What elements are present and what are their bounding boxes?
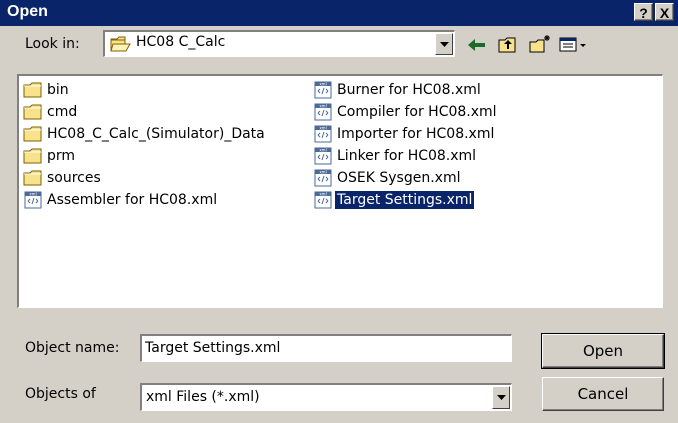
folder-icon [23, 104, 42, 120]
file-name: Linker for HC08.xml [337, 148, 477, 164]
folder-open-icon [110, 36, 131, 52]
look-in-dropdown-button[interactable] [435, 33, 453, 55]
xml-file-icon: xml [24, 191, 42, 209]
file-name: OSEK Sysgen.xml [337, 170, 461, 186]
svg-text:xml: xml [319, 82, 326, 87]
file-list-item[interactable]: HC08_C_Calc_(Simulator)_Data [23, 124, 267, 144]
svg-text:xml: xml [29, 192, 36, 197]
file-name: Target Settings.xml [335, 191, 475, 209]
folder-icon [23, 126, 42, 142]
file-name: Importer for HC08.xml [337, 126, 495, 142]
folder-icon [23, 148, 42, 164]
title-bar: Open ? X [0, 0, 678, 26]
new-folder-icon [529, 35, 550, 53]
xml-file-icon: xml [314, 147, 332, 165]
view-menu-button[interactable] [558, 34, 590, 56]
up-folder-icon [498, 37, 516, 53]
chevron-down-icon [497, 395, 506, 400]
file-list-item[interactable]: xml Importer for HC08.xml [313, 124, 496, 144]
back-button[interactable] [465, 34, 489, 56]
svg-text:xml: xml [319, 192, 326, 197]
file-list-item[interactable]: xml Compiler for HC08.xml [313, 102, 499, 122]
file-list-item[interactable]: cmd [23, 102, 79, 122]
file-name: HC08_C_Calc_(Simulator)_Data [47, 126, 265, 142]
object-name-input[interactable]: Target Settings.xml [140, 334, 512, 362]
objects-of-value: xml Files (*.xml) [146, 389, 260, 405]
object-name-label: Object name: [25, 340, 120, 356]
file-list-item[interactable]: xml Linker for HC08.xml [313, 146, 478, 166]
file-list-item[interactable]: xml Target Settings.xml [313, 190, 475, 210]
file-name: Burner for HC08.xml [337, 82, 481, 98]
back-arrow-icon [468, 39, 485, 51]
xml-file-icon: xml [314, 169, 332, 187]
file-list-item[interactable]: prm [23, 146, 77, 166]
folder-icon [23, 170, 42, 186]
open-button[interactable]: Open [541, 333, 665, 369]
chevron-down-icon [440, 42, 449, 47]
objects-of-combo[interactable]: xml Files (*.xml) [140, 383, 512, 411]
xml-file-icon: xml [314, 81, 332, 99]
file-list-item[interactable]: xml Burner for HC08.xml [313, 80, 483, 100]
objects-of-dropdown-button[interactable] [492, 386, 510, 409]
svg-text:xml: xml [319, 104, 326, 109]
up-one-level-button[interactable] [497, 34, 521, 56]
file-name: Compiler for HC08.xml [337, 104, 497, 120]
xml-file-icon: xml [314, 103, 332, 121]
svg-text:xml: xml [319, 170, 326, 175]
look-in-combo[interactable]: HC08 C_Calc [103, 30, 455, 57]
file-list-item[interactable]: xml Assembler for HC08.xml [23, 190, 219, 210]
help-button[interactable]: ? [634, 3, 653, 21]
view-menu-icon [559, 37, 586, 52]
file-name: prm [47, 148, 76, 164]
close-button[interactable]: X [655, 3, 674, 21]
file-list-item[interactable]: xml OSEK Sysgen.xml [313, 168, 462, 188]
svg-text:xml: xml [319, 126, 326, 131]
objects-of-label: Objects of [25, 386, 96, 402]
folder-icon [23, 82, 42, 98]
file-name: sources [47, 170, 101, 186]
file-list-item[interactable]: sources [23, 168, 103, 188]
dialog-title: Open [7, 3, 48, 20]
look-in-value: HC08 C_Calc [136, 34, 226, 50]
new-folder-button[interactable] [528, 34, 552, 56]
xml-file-icon: xml [314, 191, 332, 209]
file-name: bin [47, 82, 69, 98]
cancel-button[interactable]: Cancel [542, 377, 664, 411]
file-name: Assembler for HC08.xml [47, 192, 218, 208]
svg-text:xml: xml [319, 148, 326, 153]
file-list-item[interactable]: bin [23, 80, 71, 100]
xml-file-icon: xml [314, 125, 332, 143]
look-in-label: Look in: [25, 36, 80, 52]
file-name: cmd [47, 104, 78, 120]
file-list[interactable]: bin cmd HC08_C_Calc_(Simulator)_Dataprm sou… [17, 74, 663, 308]
